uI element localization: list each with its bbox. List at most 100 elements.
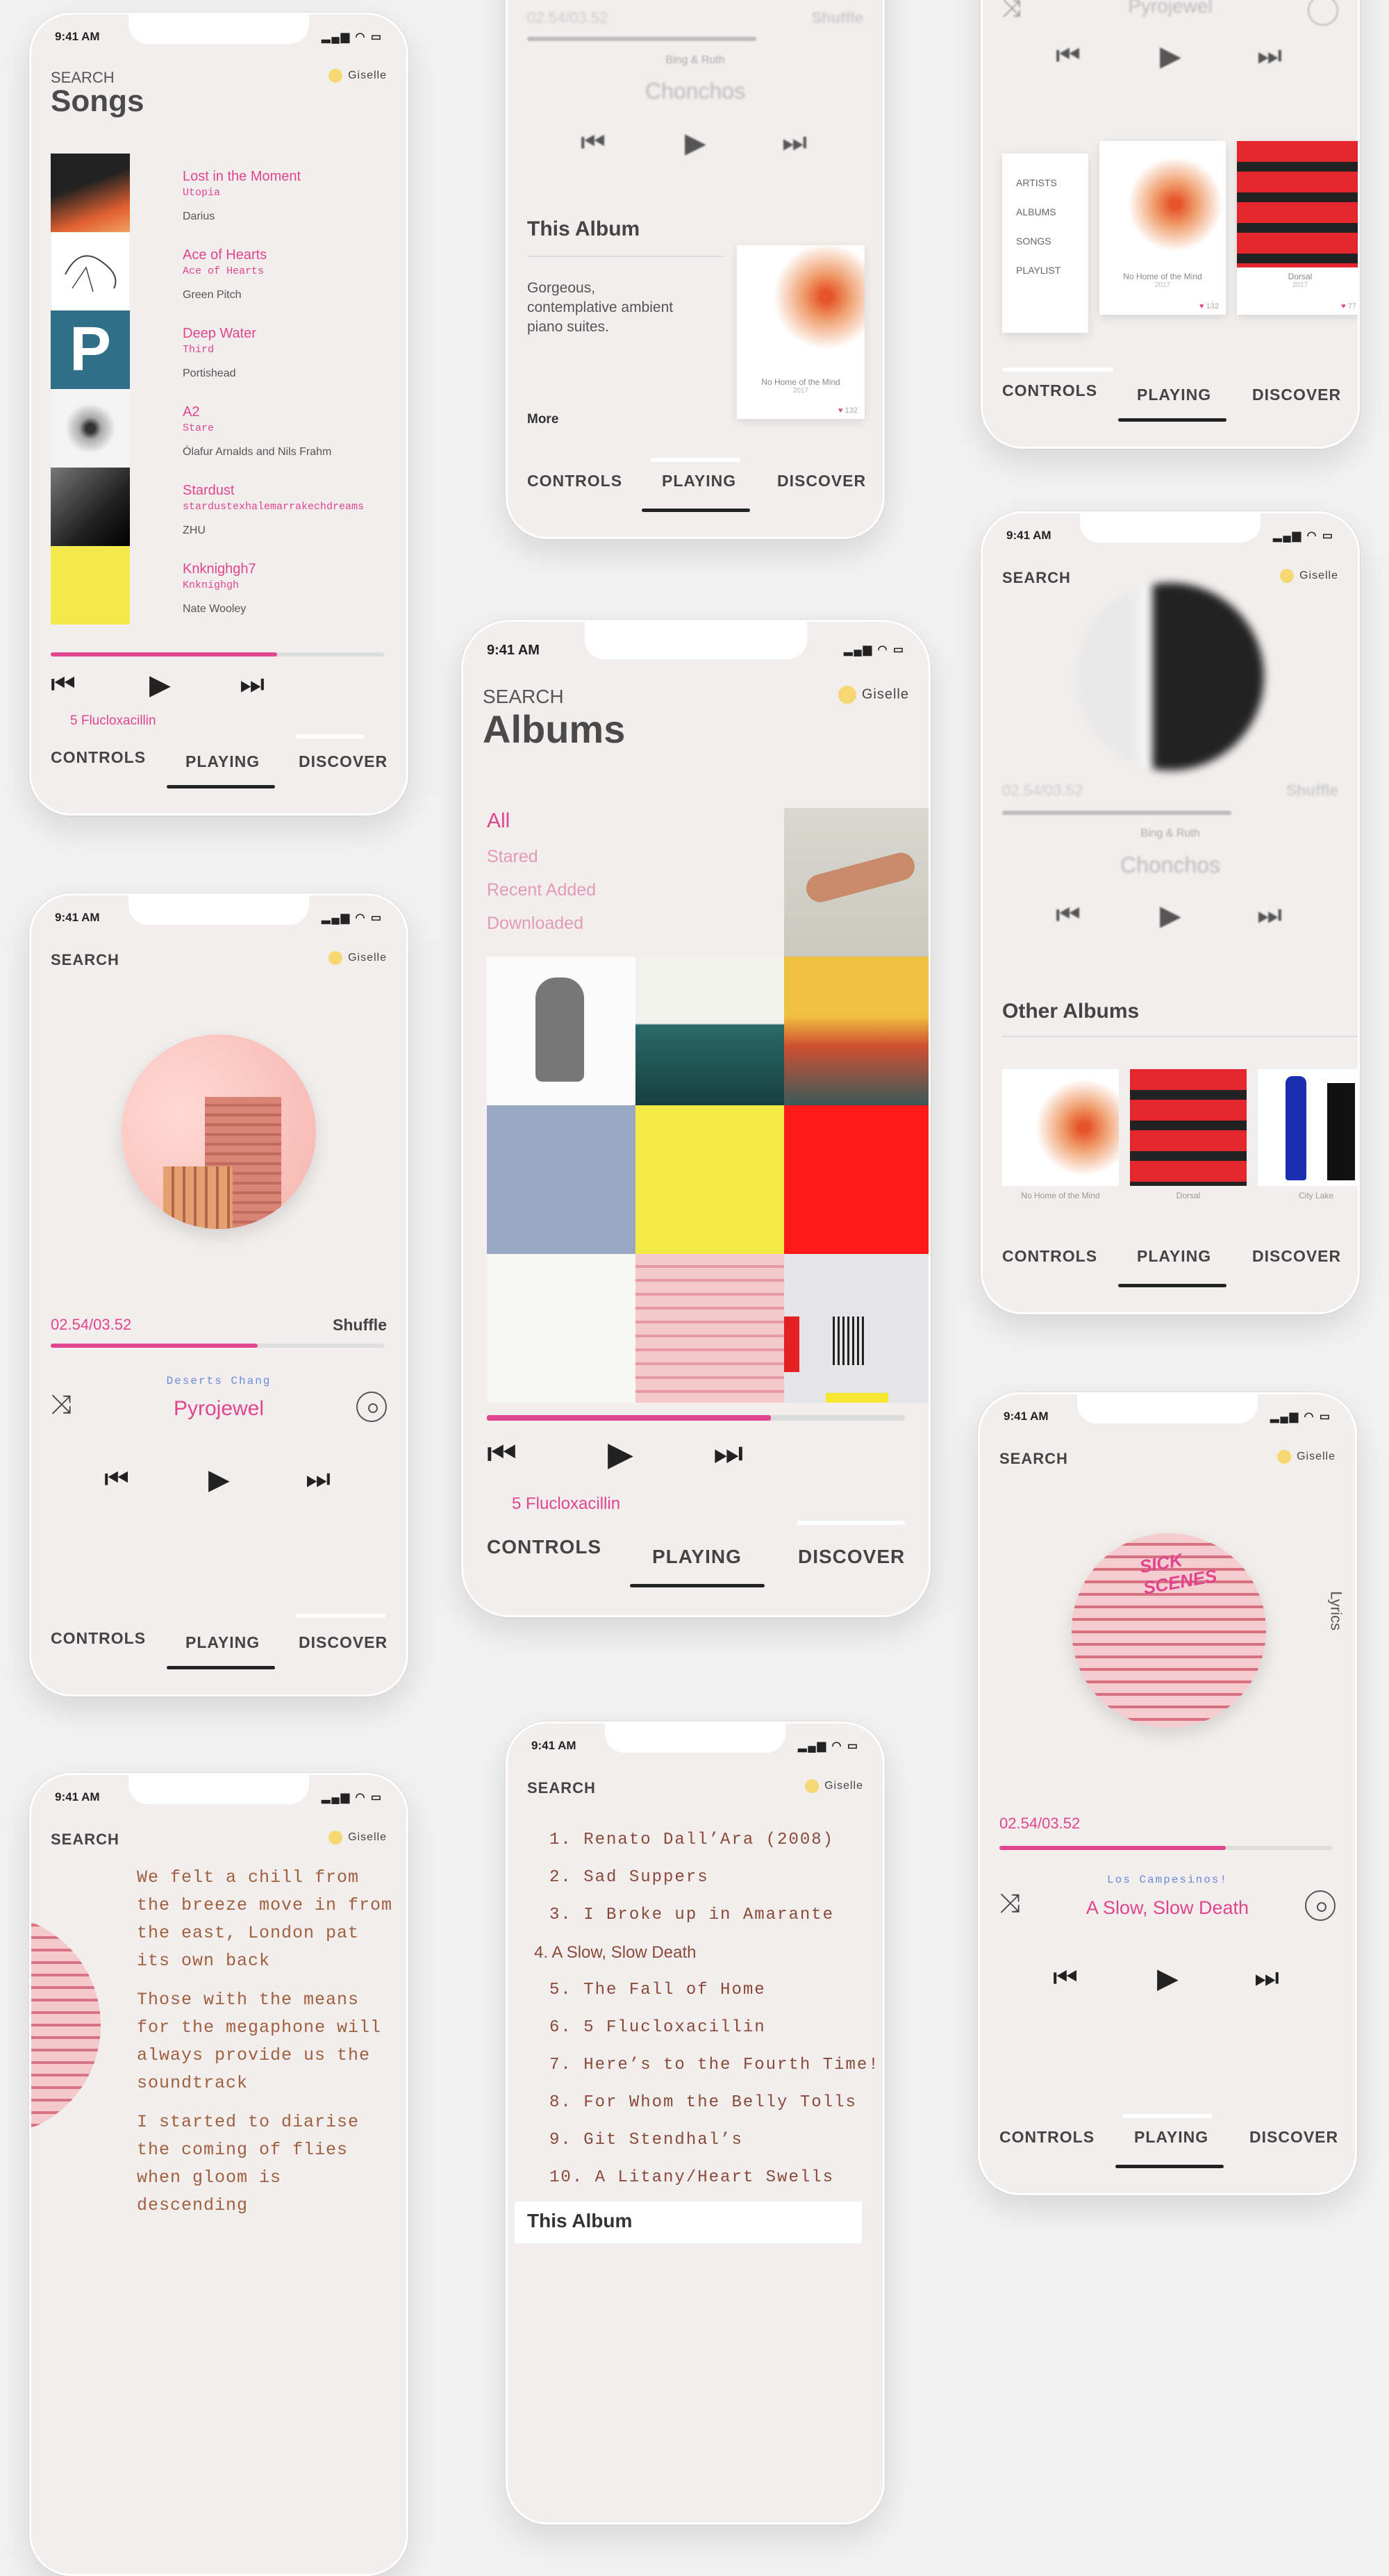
track-item[interactable]: 8. For Whom the Belly Tolls <box>549 2093 857 2112</box>
playback-progress[interactable] <box>51 1344 384 1348</box>
song-row[interactable]: A2 Stare Ólafur Arnalds and Nils Frahm <box>51 389 384 468</box>
search-label[interactable]: SEARCH <box>999 1450 1068 1467</box>
next-icon[interactable]: ⏭ <box>713 1435 743 1473</box>
previous-icon[interactable]: ⏮ <box>1053 1963 1078 1994</box>
album-card[interactable]: No Home of the Mind 2017 ♥ 132 <box>737 245 865 419</box>
tab-playing[interactable]: PLAYING <box>185 752 260 771</box>
next-icon[interactable]: ⏭ <box>306 1464 331 1495</box>
playback-progress[interactable] <box>999 1846 1333 1850</box>
tab-playing[interactable]: PLAYING <box>185 1633 260 1652</box>
tab-playing[interactable]: PLAYING <box>652 1546 742 1568</box>
song-row[interactable]: Stardust stardustexhalemarrakechdreams Z… <box>51 468 384 546</box>
user-badge[interactable]: Giselle <box>1280 569 1338 583</box>
disc-icon[interactable] <box>356 1392 387 1422</box>
menu-item-songs[interactable]: SONGS <box>1016 236 1051 247</box>
tab-controls[interactable]: CONTROLS <box>1002 1247 1097 1266</box>
likes[interactable]: ♥ 132 <box>838 406 858 415</box>
tab-playing[interactable]: PLAYING <box>1134 2128 1208 2147</box>
next-icon[interactable]: ⏭ <box>1257 40 1282 72</box>
track-item[interactable]: 3. I Broke up in Amarante <box>549 1906 834 1924</box>
album-cover[interactable] <box>784 808 929 957</box>
playback-progress[interactable] <box>487 1415 905 1421</box>
album-card[interactable]: Dorsal 2017 ♥ 77 <box>1237 141 1358 315</box>
user-badge[interactable]: Giselle <box>838 686 909 704</box>
play-icon[interactable]: ▶ <box>1160 40 1181 72</box>
track-item[interactable]: 7. Here’s to the Fourth Time! <box>549 2056 880 2074</box>
user-badge[interactable]: Giselle <box>328 69 387 83</box>
track-item[interactable]: 9. Git Stendhal’s <box>549 2131 743 2149</box>
album-cover[interactable] <box>784 1254 929 1403</box>
album-cover[interactable] <box>635 1105 784 1254</box>
shuffle-label[interactable]: Shuffle <box>1286 782 1338 800</box>
menu-item-albums[interactable]: ALBUMS <box>1016 206 1056 217</box>
previous-icon[interactable]: ⏮ <box>487 1435 517 1473</box>
next-icon[interactable]: ⏭ <box>240 669 265 700</box>
lyrics-tab[interactable]: Lyrics <box>1327 1591 1345 1630</box>
song-row[interactable]: Knknighgh7 Knknighgh Nate Wooley <box>51 546 384 625</box>
playback-progress[interactable] <box>527 37 756 41</box>
user-badge[interactable]: Giselle <box>328 1831 387 1844</box>
tab-discover[interactable]: DISCOVER <box>299 1633 388 1652</box>
play-icon[interactable]: ▶ <box>685 127 706 159</box>
album-art[interactable] <box>1002 1069 1119 1186</box>
previous-icon[interactable]: ⏮ <box>1056 900 1081 931</box>
play-icon[interactable]: ▶ <box>1160 900 1181 932</box>
track-item[interactable]: 6. 5 Flucloxacillin <box>549 2018 766 2037</box>
tab-playing[interactable]: PLAYING <box>1137 386 1211 404</box>
next-icon[interactable]: ⏭ <box>782 127 807 158</box>
tab-playing[interactable]: PLAYING <box>662 472 736 490</box>
previous-icon[interactable]: ⏮ <box>104 1464 129 1495</box>
disc-icon[interactable] <box>1308 0 1338 26</box>
album-cover[interactable] <box>487 1105 635 1254</box>
play-icon[interactable]: ▶ <box>608 1435 633 1473</box>
user-badge[interactable]: Giselle <box>805 1779 863 1793</box>
more-link[interactable]: More <box>527 412 558 427</box>
song-row[interactable]: Ace of Hearts Ace of Hearts Green Pitch <box>51 232 384 311</box>
tab-playing[interactable]: PLAYING <box>1137 1247 1211 1266</box>
next-icon[interactable]: ⏭ <box>1257 900 1282 931</box>
track-item[interactable]: 1. Renato Dall’Ara (2008) <box>549 1831 834 1849</box>
track-item-active[interactable]: 4. A Slow, Slow Death <box>534 1943 696 1963</box>
tab-discover[interactable]: DISCOVER <box>777 472 866 490</box>
album-cover[interactable] <box>784 957 929 1105</box>
menu-item-artists[interactable]: ARTISTS <box>1016 177 1057 188</box>
playback-progress[interactable] <box>51 652 384 657</box>
shuffle-label[interactable]: Shuffle <box>811 9 863 27</box>
play-icon[interactable]: ▶ <box>208 1464 230 1496</box>
album-cover[interactable] <box>487 957 635 1105</box>
search-label[interactable]: SEARCH <box>51 951 119 968</box>
album-cover[interactable] <box>487 1254 635 1403</box>
shuffle-label[interactable]: Shuffle <box>333 1316 387 1335</box>
tab-controls[interactable]: CONTROLS <box>51 748 146 767</box>
user-badge[interactable]: Giselle <box>1277 1450 1336 1464</box>
tab-controls[interactable]: CONTROLS <box>1002 381 1097 400</box>
album-card[interactable]: No Home of the Mind 2017 ♥ 132 <box>1099 141 1226 315</box>
song-row[interactable]: Lost in the Moment Utopia Darius <box>51 154 384 232</box>
tab-discover[interactable]: DISCOVER <box>1252 1247 1341 1266</box>
previous-icon[interactable]: ⏮ <box>1056 40 1081 72</box>
search-label[interactable]: SEARCH <box>527 1779 596 1797</box>
tab-controls[interactable]: CONTROLS <box>51 1629 146 1648</box>
disc-icon[interactable] <box>1305 1890 1336 1921</box>
search-label[interactable]: SEARCH <box>1002 569 1071 586</box>
likes[interactable]: ♥ 77 <box>1341 302 1356 311</box>
previous-icon[interactable]: ⏮ <box>581 127 606 158</box>
play-icon[interactable]: ▶ <box>149 669 171 701</box>
track-item[interactable]: 2. Sad Suppers <box>549 1868 709 1887</box>
next-icon[interactable]: ⏭ <box>1254 1963 1279 1994</box>
album-cover[interactable] <box>635 1254 784 1403</box>
tab-controls[interactable]: CONTROLS <box>999 2128 1095 2147</box>
tab-discover[interactable]: DISCOVER <box>1252 386 1341 404</box>
track-item[interactable]: 10. A Litany/Heart Swells <box>549 2168 834 2187</box>
menu-item-playlist[interactable]: PLAYLIST <box>1016 265 1061 276</box>
likes[interactable]: ♥ 132 <box>1199 302 1219 311</box>
track-item[interactable]: 5. The Fall of Home <box>549 1981 766 1999</box>
album-art[interactable] <box>1258 1069 1358 1186</box>
tab-discover[interactable]: DISCOVER <box>299 752 388 771</box>
play-icon[interactable]: ▶ <box>1157 1963 1179 1995</box>
playback-progress[interactable] <box>1002 811 1231 815</box>
tab-controls[interactable]: CONTROLS <box>527 472 622 490</box>
previous-icon[interactable]: ⏮ <box>51 669 76 700</box>
song-row[interactable]: P Deep Water Third Portishead <box>51 311 384 389</box>
album-art[interactable] <box>1130 1069 1247 1186</box>
